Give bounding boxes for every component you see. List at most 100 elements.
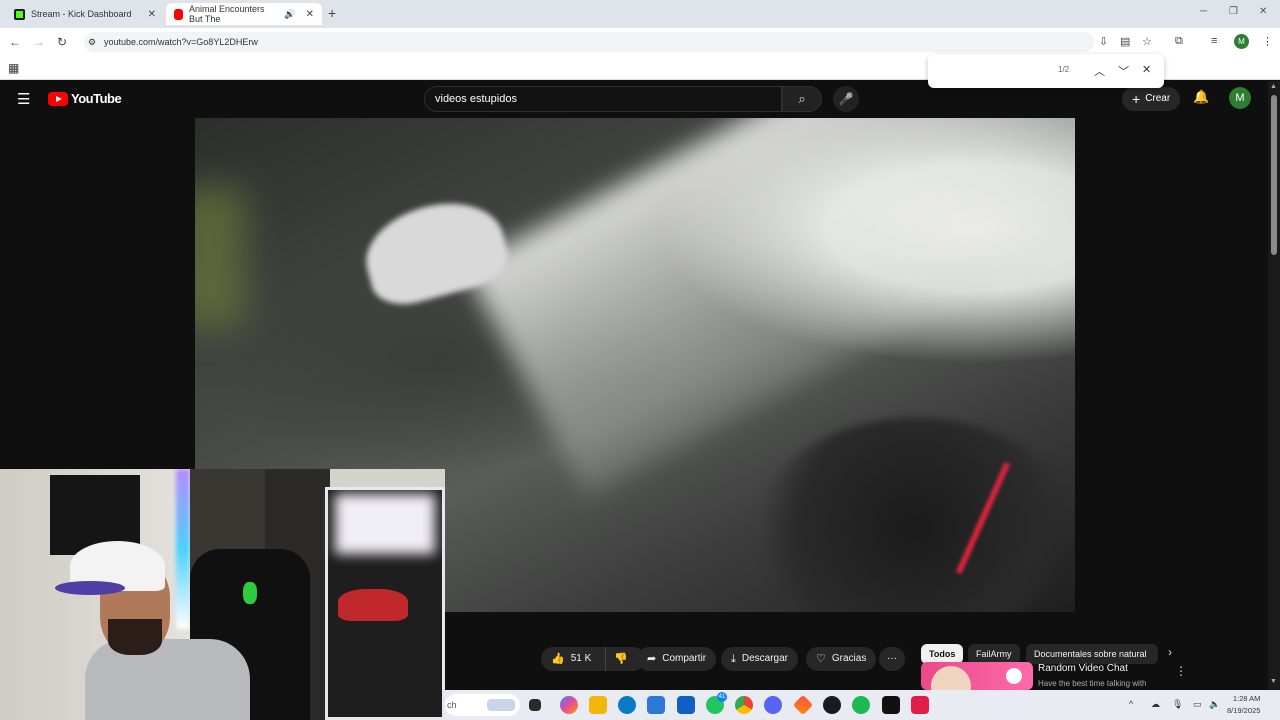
store-icon[interactable] [647,696,665,714]
thumbs-down-icon[interactable]: 👎 [605,647,628,671]
page-icon[interactable]: ▤ [1120,35,1130,48]
chrome-icon[interactable] [735,696,753,714]
razer-logo-icon [243,582,257,604]
audio-playing-icon[interactable]: 🔊 [284,9,295,20]
epic-games-icon[interactable] [882,696,900,714]
search-icon: ⌕ [798,91,806,106]
thanks-button[interactable]: ♡ Gracias [806,647,877,671]
back-icon[interactable]: ← [9,35,21,49]
webcam-shelf-light [335,494,435,554]
search-input[interactable]: videos estupidos [424,86,782,112]
tab-search-icon[interactable]: ⧉ [1175,35,1183,48]
chip-documentales[interactable]: Documentales sobre natural [1026,644,1158,664]
obs-icon[interactable] [823,696,841,714]
scroll-thumb[interactable] [1271,95,1277,255]
share-button[interactable]: ➦ Compartir [637,647,717,671]
edge-icon[interactable] [618,696,636,714]
tiktok-icon[interactable] [911,696,929,714]
account-avatar[interactable]: M [1229,87,1251,109]
maximize-icon[interactable]: ❐ [1229,6,1238,17]
url-text: youtube.com/watch?v=Go8YL2DHErw [104,37,258,47]
copilot-icon[interactable] [560,696,578,714]
file-explorer-icon[interactable] [589,696,607,714]
clock-time: 1:28 AM [1232,694,1261,703]
streamer-webcam-overlay [0,469,445,720]
spotify-icon[interactable] [852,696,870,714]
microphone-icon: 🎤 [838,92,854,106]
thumbnail-face [931,666,971,690]
chevron-right-icon[interactable]: › [1168,645,1172,659]
hamburger-menu-icon[interactable]: ☰ [17,90,30,108]
minimize-icon[interactable]: ─ [1200,6,1207,17]
webcam-person-beard [108,619,162,655]
share-arrow-icon: ➦ [647,653,657,665]
tab-title: Animal Encounters But The [188,4,265,24]
search-button[interactable]: ⌕ [782,86,822,112]
youtube-wordmark: YouTube [71,91,122,106]
like-count: 51 K [570,653,592,664]
recommendation-subtitle: Have the best time talking with [1038,679,1147,688]
new-tab-button[interactable]: + [328,5,336,21]
clock-date: 8/19/2025 [1227,706,1261,715]
webcam-person-hoodie [85,639,250,720]
kick-favicon-icon [14,8,25,20]
taskbar-clock[interactable]: 1:28 AM 8/19/2025 [1227,693,1260,717]
discord-icon[interactable] [764,696,782,714]
display-tray-icon[interactable]: ▭ [1193,699,1202,710]
youtube-favicon-icon [174,8,183,20]
scroll-up-arrow-icon[interactable]: ▲ [1270,83,1277,90]
ad-badge-icon [1006,668,1022,684]
find-close-icon[interactable]: ✕ [1142,63,1151,76]
chip-failarmy[interactable]: FailArmy [968,644,1020,664]
create-button[interactable]: + Crear [1122,87,1181,111]
more-actions-button[interactable]: ··· [879,647,905,671]
app-diamond-icon[interactable] [792,694,814,716]
mic-tray-icon[interactable]: 🎙 [1172,699,1183,710]
media-controls-icon[interactable]: ≡ [1211,35,1217,47]
share-label: Compartir [662,653,707,664]
site-info-icon[interactable]: ⚙ [88,32,96,52]
install-app-icon[interactable]: ⇩ [1099,35,1108,48]
close-tab-icon[interactable]: ✕ [306,9,314,20]
tray-chevron-icon[interactable]: ^ [1129,699,1133,709]
plus-icon: + [1132,91,1141,107]
voice-search-button[interactable]: 🎤 [833,86,859,112]
outlook-icon[interactable] [677,696,695,714]
find-previous-icon[interactable]: ︿ [1094,63,1105,79]
download-button[interactable]: ⤓ Descargar [721,647,799,671]
chip-todos[interactable]: Todos [921,644,964,664]
download-label: Descargar [741,653,789,664]
profile-avatar[interactable]: M [1234,34,1249,49]
page-scrollbar[interactable]: ▲ ▼ [1268,81,1280,690]
thanks-label: Gracias [831,653,867,664]
scroll-down-arrow-icon[interactable]: ▼ [1270,678,1277,685]
taskbar-search[interactable]: ch [445,694,520,716]
youtube-logo[interactable]: YouTube [48,91,122,106]
super-thanks-icon: ♡ [816,653,826,665]
bookmark-star-icon[interactable]: ☆ [1142,35,1152,48]
menu-kebab-icon[interactable]: ⋮ [1262,35,1273,48]
apps-grid-icon[interactable]: ▦ [8,61,19,75]
task-view-icon[interactable] [529,699,541,711]
tab-kick-dashboard[interactable]: Stream - Kick Dashboard ✕ [6,3,164,25]
video-frame-dial [755,418,1075,612]
onedrive-icon[interactable]: ☁ [1151,699,1160,710]
volume-icon[interactable]: 🔈 [1209,699,1220,710]
recommendation-menu-icon[interactable]: ⋮ [1175,664,1187,678]
browser-tab-bar: Stream - Kick Dashboard ✕ Animal Encount… [0,0,1280,28]
forward-icon[interactable]: → [33,35,45,49]
youtube-play-icon [48,91,68,106]
recommendation-thumbnail[interactable] [921,662,1033,690]
recommendation-title[interactable]: Random Video Chat [1038,663,1128,674]
tab-youtube-video[interactable]: Animal Encounters But The 🔊 ✕ [166,3,322,25]
notifications-bell-icon[interactable]: 🔔 [1193,89,1209,105]
find-next-icon[interactable]: ﹀ [1118,63,1129,79]
address-toolbar: ← → ↻ ⚙ youtube.com/watch?v=Go8YL2DHErw … [0,28,1280,56]
window-close-icon[interactable]: ✕ [1259,6,1267,17]
reload-icon[interactable]: ↻ [57,35,67,49]
webcam-rgb-light [176,469,190,629]
close-tab-icon[interactable]: ✕ [148,9,156,20]
like-button[interactable]: 👍 51 K 👎 [541,647,645,671]
windows-taskbar: ch 41 ^ ☁ 🎙 ▭ 🔈 1:28 AM 8/19/2025 [445,690,1280,720]
url-field[interactable]: ⚙ youtube.com/watch?v=Go8YL2DHErw [84,32,1094,52]
